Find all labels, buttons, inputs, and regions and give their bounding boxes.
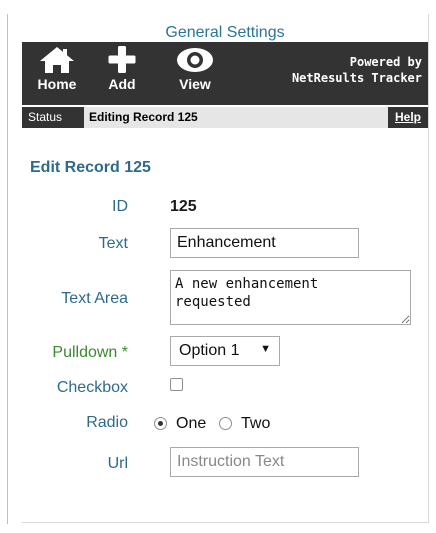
- checkbox[interactable]: [170, 378, 183, 391]
- left-border: [7, 14, 8, 524]
- text-label: Text: [98, 235, 128, 252]
- home-label: Home: [37, 76, 77, 92]
- status-text: Editing Record 125: [89, 110, 198, 124]
- add-button[interactable]: Add: [100, 42, 144, 105]
- text-field[interactable]: [170, 228, 359, 258]
- view-label: View: [179, 76, 211, 92]
- pulldown-label: Pulldown *: [52, 344, 128, 361]
- chevron-down-icon: ▼: [260, 343, 271, 355]
- id-label: ID: [112, 198, 128, 215]
- status-bar: Status Editing Record 125 Help: [22, 107, 428, 128]
- id-value: 125: [170, 198, 197, 215]
- add-label: Add: [108, 76, 136, 92]
- radio-one-label: One: [176, 415, 207, 432]
- view-button[interactable]: View: [170, 42, 220, 105]
- radio-two[interactable]: [219, 417, 232, 430]
- brand-line-2: NetResults Tracker: [291, 71, 422, 85]
- radio-two-label: Two: [241, 415, 271, 432]
- brand-line-1: Powered by: [349, 55, 422, 69]
- toolbar: Home Add View Powered by NetResults Trac…: [22, 42, 428, 105]
- pulldown-value: Option 1: [179, 342, 240, 359]
- url-field[interactable]: [170, 447, 359, 477]
- checkbox-label: Checkbox: [56, 379, 128, 396]
- home-button[interactable]: Home: [28, 42, 86, 105]
- textarea-label: Text Area: [61, 290, 128, 307]
- app-frame: General Settings Home Add View Powered b…: [22, 14, 429, 523]
- text-area[interactable]: A new enhancement requested: [170, 270, 411, 325]
- eye-icon: [177, 48, 213, 72]
- home-icon: [40, 47, 74, 73]
- help-link[interactable]: Help: [388, 107, 428, 128]
- status-tag: Status: [22, 107, 84, 128]
- radio-one[interactable]: [154, 417, 167, 430]
- url-label: Url: [107, 455, 128, 472]
- pulldown-select[interactable]: Option 1 ▼: [170, 336, 280, 366]
- plus-icon: [108, 46, 136, 73]
- page-title: Edit Record 125: [30, 159, 151, 176]
- radio-label: Radio: [86, 414, 128, 431]
- app-title: General Settings: [165, 24, 285, 41]
- brand-text: Powered by NetResults Tracker: [292, 54, 422, 86]
